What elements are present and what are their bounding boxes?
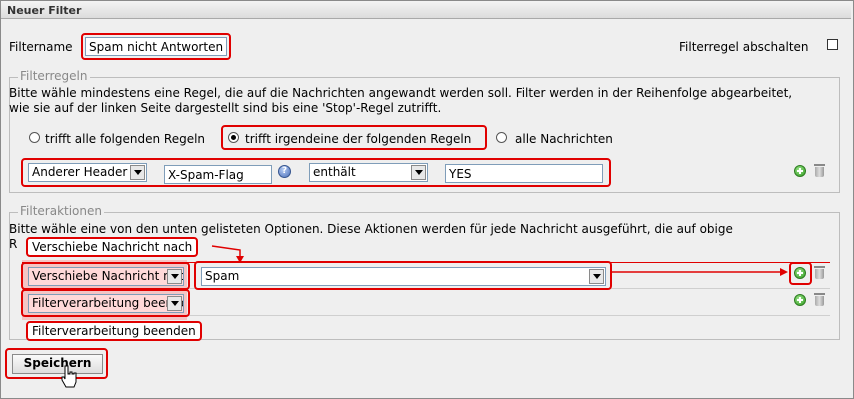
hand-cursor-icon: [61, 365, 77, 388]
callout-stop-processing: Filterverarbeitung beenden: [26, 321, 202, 341]
callout-move-message: Verschiebe Nachricht nach: [26, 237, 199, 257]
highlight-save-button: [5, 348, 108, 379]
